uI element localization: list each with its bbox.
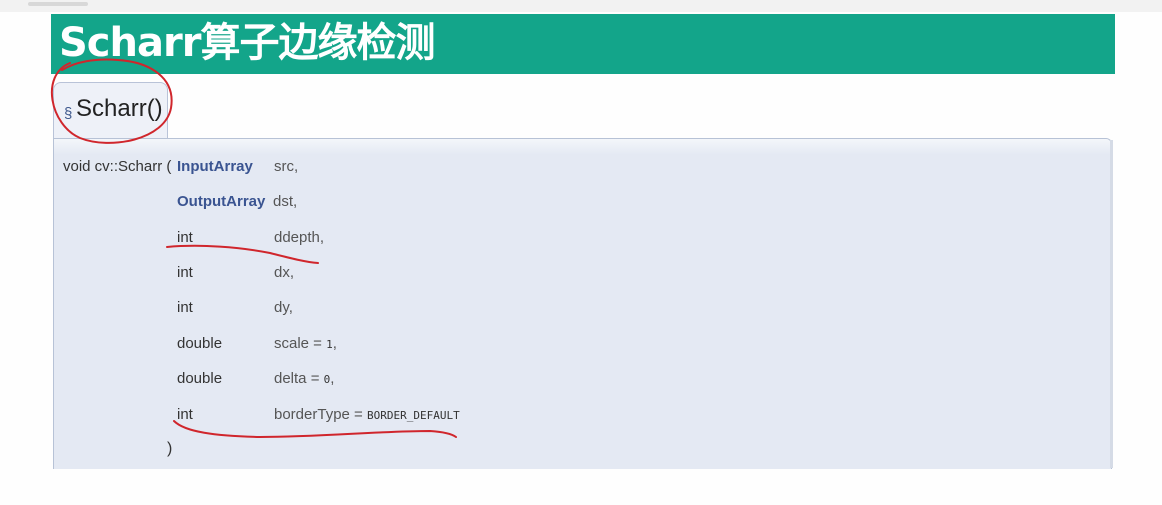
param-name: delta = 0,	[274, 370, 335, 387]
param-name: borderType = BORDER_DEFAULT	[274, 406, 460, 423]
param-default: BORDER_DEFAULT	[366, 409, 460, 422]
slide-title: Scharr算子边缘检测	[59, 20, 435, 66]
param-name: dy,	[274, 299, 293, 316]
param-type-link[interactable]: OutputArray	[177, 193, 265, 210]
param-type: double	[177, 335, 223, 352]
param-type: int	[177, 299, 193, 316]
param-name: dx,	[274, 264, 295, 281]
top-strip	[0, 0, 1162, 12]
param-name: scale = 1,	[274, 335, 337, 352]
function-name: Scharr()	[76, 95, 163, 122]
param-type: int	[177, 264, 193, 281]
param-name: ddepth,	[274, 229, 325, 246]
function-prototype-box: void cv::Scharr ( InputArray src, Output…	[53, 138, 1112, 469]
section-link-icon[interactable]: §	[64, 105, 72, 122]
param-type: int	[177, 406, 193, 423]
title-banner: Scharr算子边缘检测	[51, 14, 1115, 74]
param-type: double	[177, 370, 223, 387]
param-type-link[interactable]: InputArray	[177, 158, 253, 175]
param-default: 1	[326, 338, 333, 351]
top-smudge	[28, 2, 88, 6]
prototype-close-paren: )	[167, 440, 173, 457]
param-name: dst,	[273, 193, 298, 210]
param-type: int	[177, 229, 193, 246]
box-shadow	[1110, 140, 1113, 468]
function-anchor-tab[interactable]: § Scharr()	[53, 82, 168, 139]
prototype-prefix: void cv::Scharr (	[63, 158, 172, 175]
param-name: src,	[274, 158, 299, 175]
